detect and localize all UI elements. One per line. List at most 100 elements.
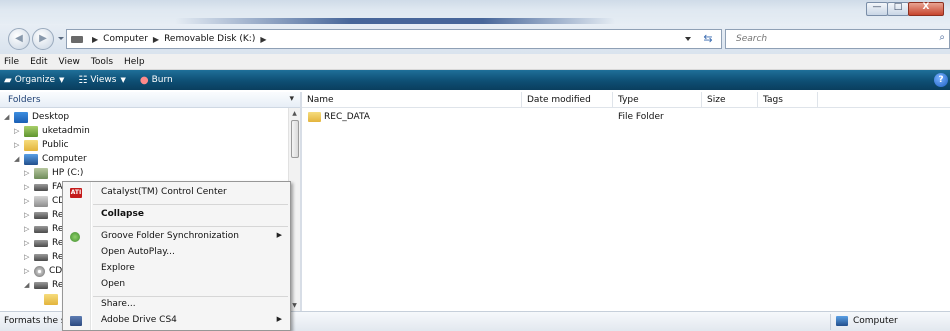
collapsed-triangle-icon[interactable]: ▷: [24, 253, 32, 261]
file-type: File Folder: [618, 112, 664, 122]
scroll-up-icon[interactable]: ▲: [289, 110, 300, 117]
menu-item-adobe-drive[interactable]: Adobe Drive CS4 ▶: [63, 312, 290, 330]
menu-tools[interactable]: Tools: [91, 57, 113, 67]
column-tags[interactable]: Tags: [758, 92, 818, 108]
user-folder-icon: [24, 125, 38, 137]
maximize-button[interactable]: □: [887, 2, 909, 16]
collapsed-triangle-icon[interactable]: ▷: [24, 197, 32, 205]
tree-item-label: HP (C:): [52, 168, 84, 178]
help-icon[interactable]: ?: [934, 73, 948, 87]
folders-label: Folders: [8, 95, 41, 105]
folders-pane-header[interactable]: Folders ▾: [0, 92, 300, 108]
removable-drive-icon: [34, 281, 48, 289]
search-box[interactable]: ⌕: [725, 29, 950, 49]
context-menu: ATI Catalyst(TM) Control Center Collapse…: [62, 181, 291, 331]
chevron-right-icon[interactable]: ▶: [92, 35, 98, 44]
scrollbar-thumb[interactable]: [291, 120, 299, 158]
chevron-down-icon[interactable]: ▾: [289, 94, 294, 104]
collapsed-triangle-icon[interactable]: ▷: [14, 141, 22, 149]
menu-separator: [93, 204, 288, 205]
menu-item-label: Collapse: [101, 209, 144, 219]
recent-pages-dropdown-icon[interactable]: [58, 37, 64, 40]
menu-separator: [93, 226, 288, 227]
submenu-arrow-icon: ▶: [276, 231, 282, 239]
views-button[interactable]: ☷ Views ▼: [78, 75, 125, 86]
back-arrow-icon: ◀: [15, 33, 23, 44]
column-type[interactable]: Type: [613, 92, 702, 108]
menu-item-label: Share...: [101, 299, 136, 309]
expanded-triangle-icon[interactable]: ◢: [4, 113, 12, 121]
removable-drive-icon: [34, 211, 48, 219]
collapsed-triangle-icon[interactable]: ▷: [24, 267, 32, 275]
file-name: REC_DATA: [324, 112, 370, 122]
title-bar: — □ X: [0, 0, 950, 26]
close-button[interactable]: X: [908, 2, 944, 16]
search-icon[interactable]: ⌕: [939, 32, 945, 43]
menu-view[interactable]: View: [59, 57, 80, 67]
burn-icon: ●: [139, 74, 149, 86]
menu-file[interactable]: File: [4, 57, 19, 67]
chevron-down-icon: ▼: [59, 76, 65, 84]
removable-drive-icon: [34, 239, 48, 247]
status-location: Computer: [836, 316, 898, 326]
forward-button[interactable]: ▶: [32, 28, 54, 50]
collapsed-triangle-icon[interactable]: ▷: [24, 211, 32, 219]
breadcrumb-computer[interactable]: Computer: [103, 34, 148, 44]
adobe-drive-icon: [70, 316, 82, 326]
submenu-arrow-icon: ▶: [276, 315, 282, 323]
menu-item-open[interactable]: Open: [63, 276, 290, 294]
search-input[interactable]: [736, 34, 916, 44]
views-label: Views: [90, 75, 117, 85]
tree-item-computer[interactable]: ◢ Computer: [14, 152, 87, 166]
menu-item-catalyst-control-center[interactable]: ATI Catalyst(TM) Control Center: [63, 184, 290, 202]
collapsed-triangle-icon[interactable]: ▷: [24, 225, 32, 233]
column-date-modified[interactable]: Date modified: [522, 92, 613, 108]
cd-drive-icon: [34, 265, 45, 277]
command-bar: ▰ Organize ▼ ☷ Views ▼ ● Burn ?: [0, 70, 950, 90]
address-row: ◀ ▶ ▶ Computer ▶ Removable Disk (K:) ▶ ⇆…: [0, 24, 950, 54]
chevron-right-icon[interactable]: ▶: [260, 35, 266, 44]
column-size[interactable]: Size: [702, 92, 758, 108]
back-button[interactable]: ◀: [8, 28, 30, 50]
menu-edit[interactable]: Edit: [30, 57, 47, 67]
folder-icon: [308, 112, 321, 122]
collapsed-triangle-icon[interactable]: ▷: [14, 127, 22, 135]
menu-item-collapse[interactable]: Collapse: [63, 206, 290, 224]
collapsed-triangle-icon[interactable]: ▷: [24, 169, 32, 177]
close-icon: X: [922, 2, 930, 12]
groove-icon: [70, 232, 80, 242]
tree-item-hp-c[interactable]: ▷ HP (C:): [24, 166, 83, 180]
chevron-down-icon: ▼: [120, 76, 126, 84]
breadcrumb-removable-disk[interactable]: Removable Disk (K:): [164, 34, 255, 44]
chevron-right-icon[interactable]: ▶: [153, 35, 159, 44]
burn-button[interactable]: ● Burn: [140, 75, 173, 86]
printer-drive-icon: [34, 195, 48, 207]
collapsed-triangle-icon[interactable]: ▷: [24, 239, 32, 247]
organize-button[interactable]: ▰ Organize ▼: [4, 75, 64, 86]
refresh-icon[interactable]: ⇆: [699, 32, 717, 46]
minimize-button[interactable]: —: [866, 2, 888, 16]
folder-icon: [24, 139, 38, 151]
expanded-triangle-icon[interactable]: ◢: [24, 281, 32, 289]
menu-item-label: Open AutoPlay...: [101, 247, 175, 257]
address-bar[interactable]: ▶ Computer ▶ Removable Disk (K:) ▶ ⇆: [66, 29, 722, 49]
tree-item-label: Public: [42, 140, 69, 150]
collapsed-triangle-icon[interactable]: ▷: [24, 183, 32, 191]
file-list-header: Name Date modified Type Size Tags: [302, 92, 950, 108]
menu-item-label: Open: [101, 279, 126, 289]
file-list: REC_DATA File Folder: [302, 108, 950, 311]
menu-help[interactable]: Help: [124, 57, 145, 67]
tree-item-public[interactable]: ▷ Public: [14, 138, 69, 152]
hard-drive-icon: [34, 167, 48, 179]
maximize-icon: □: [893, 2, 903, 12]
computer-icon: [24, 153, 38, 165]
list-item[interactable]: REC_DATA File Folder: [302, 110, 950, 124]
removable-drive-icon: [34, 253, 48, 261]
expanded-triangle-icon[interactable]: ◢: [14, 155, 22, 163]
tree-item-desktop[interactable]: ◢ Desktop: [4, 110, 69, 124]
menu-item-label: Explore: [101, 263, 135, 273]
folder-icon: [44, 293, 58, 305]
column-name[interactable]: Name: [302, 92, 522, 108]
address-dropdown-icon[interactable]: [685, 37, 691, 41]
tree-item-uketadmin[interactable]: ▷ uketadmin: [14, 124, 90, 138]
